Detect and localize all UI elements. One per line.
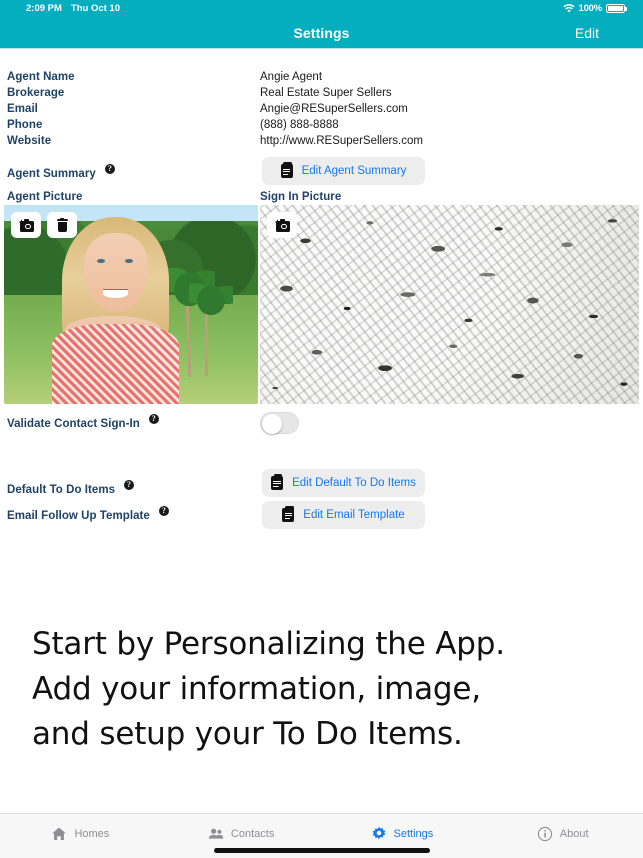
camera-add-icon: + [274, 217, 290, 232]
camera-add-icon: + [18, 217, 34, 232]
home-icon [52, 827, 67, 840]
label-agent-picture: Agent Picture [7, 191, 83, 203]
headline-line-1: Start by Personalizing the App. [32, 626, 505, 662]
headline-line-3: and setup your To Do Items. [32, 716, 463, 752]
label-default-todo-items: Default To Do Items? [7, 480, 135, 496]
agent-picture-camera-button[interactable]: + [11, 212, 41, 238]
trash-icon [56, 217, 68, 232]
tab-homes-label: Homes [74, 828, 110, 840]
agent-photo-image [4, 205, 258, 404]
edit-button[interactable]: Edit [575, 17, 643, 48]
battery-full-icon [606, 4, 627, 13]
sign-in-picture[interactable]: + [260, 205, 639, 404]
edit-email-template-label: Edit Email Template [303, 509, 405, 521]
help-icon-agent-summary[interactable]: ? [104, 164, 115, 174]
edit-agent-summary-label: Edit Agent Summary [301, 165, 407, 177]
tab-contacts[interactable]: Contacts [161, 814, 322, 848]
edit-default-todo-label: Edit Default To Do Items [292, 477, 416, 489]
value-website: http://www.RESuperSellers.com [260, 135, 423, 147]
label-email: Email [7, 103, 38, 115]
label-agent-summary: Agent Summary? [7, 164, 115, 180]
value-phone: (888) 888-8888 [260, 119, 339, 131]
label-email-template-text: Email Follow Up Template [7, 509, 150, 522]
tab-contacts-label: Contacts [230, 828, 275, 840]
label-sign-in-picture: Sign In Picture [260, 191, 342, 203]
battery-percent: 100% [578, 3, 603, 14]
toggle-knob [262, 414, 282, 434]
label-agent-name: Agent Name [7, 71, 75, 83]
app-screen: 2:09 PM Thu Oct 10 100% Settings Edit Ag… [0, 0, 643, 858]
home-indicator[interactable] [213, 848, 430, 853]
status-date: Thu Oct 10 [70, 3, 120, 14]
info-icon [537, 826, 552, 842]
label-phone: Phone [7, 119, 43, 131]
help-icon-default-todo[interactable]: ? [124, 480, 135, 490]
clipboard-icon [280, 161, 293, 178]
label-default-todo-text: Default To Do Items [7, 483, 116, 496]
wifi-icon [562, 3, 575, 12]
headline-line-2: Add your information, image, [32, 671, 481, 707]
page-title: Settings [293, 24, 350, 41]
clipboard-icon [271, 473, 284, 490]
value-agent-name: Angie Agent [260, 71, 323, 83]
edit-agent-summary-button[interactable]: Edit Agent Summary [262, 157, 425, 185]
label-brokerage: Brokerage [7, 87, 65, 99]
help-icon-validate-signin[interactable]: ? [148, 414, 159, 424]
label-validate-contact-signin: Validate Contact Sign-In? [7, 414, 159, 430]
value-brokerage: Real Estate Super Sellers [260, 87, 392, 99]
tab-settings-label: Settings [393, 828, 434, 840]
value-email: Angie@RESuperSellers.com [260, 103, 408, 115]
agent-picture[interactable]: + [4, 205, 258, 404]
label-agent-summary-text: Agent Summary [7, 167, 96, 180]
label-email-follow-up-template: Email Follow Up Template? [7, 506, 169, 522]
clipboard-icon [282, 505, 295, 522]
status-time: 2:09 PM [26, 3, 62, 14]
onboarding-headline: Start by Personalizing the App. Add your… [32, 622, 622, 757]
help-icon-email-template[interactable]: ? [158, 506, 169, 516]
nav-divider [0, 48, 643, 49]
status-right-cluster: 100% [562, 3, 627, 14]
tab-about[interactable]: About [482, 814, 643, 848]
label-website: Website [7, 135, 52, 147]
tab-homes[interactable]: Homes [0, 814, 161, 848]
status-bar: 2:09 PM Thu Oct 10 100% [0, 0, 643, 17]
agent-picture-delete-button[interactable] [47, 212, 77, 238]
tab-about-label: About [559, 828, 589, 840]
validate-contact-signin-toggle[interactable] [260, 412, 299, 434]
nav-bar: Settings Edit [0, 17, 643, 48]
label-validate-text: Validate Contact Sign-In [7, 417, 140, 430]
edit-email-template-button[interactable]: Edit Email Template [262, 501, 425, 529]
sign-in-photo-image [260, 205, 639, 404]
contacts-icon [208, 828, 224, 839]
sign-in-picture-camera-button[interactable]: + [267, 212, 297, 238]
tab-settings[interactable]: Settings [322, 814, 483, 848]
edit-default-todo-items-button[interactable]: Edit Default To Do Items [262, 469, 425, 497]
gear-icon [372, 826, 385, 840]
